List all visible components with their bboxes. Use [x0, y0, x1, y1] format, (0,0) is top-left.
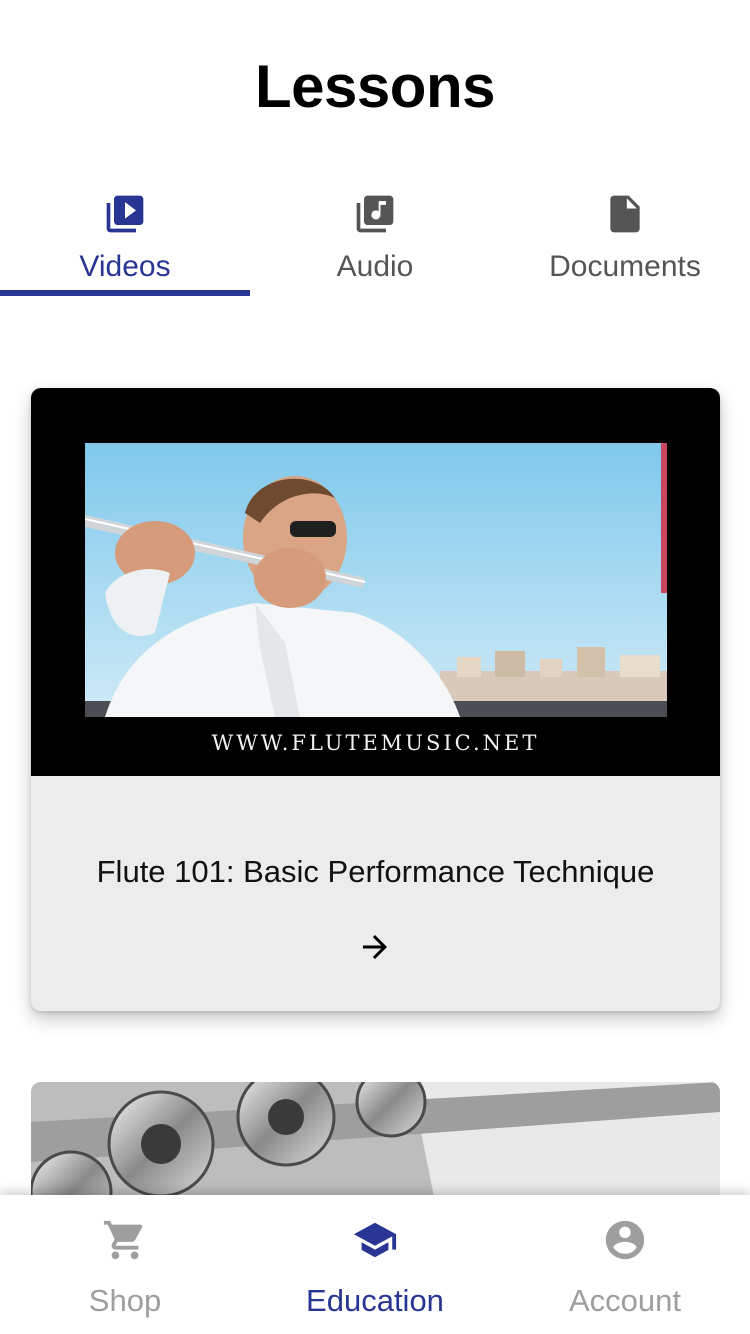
lesson-type-tabs: Videos Audio Documents: [0, 188, 750, 298]
tab-label: Documents: [549, 250, 701, 283]
school-icon: [353, 1222, 397, 1258]
document-icon: [610, 195, 640, 233]
video-thumbnail[interactable]: WWW.FLUTEMUSIC.NET: [31, 388, 720, 776]
account-circle-icon: [605, 1220, 645, 1260]
nav-label: Education: [306, 1283, 444, 1318]
tab-videos[interactable]: Videos: [0, 188, 250, 298]
nav-label: Shop: [88, 1283, 162, 1318]
lesson-title: Flute 101: Basic Performance Technique: [96, 854, 655, 889]
tab-label: Audio: [336, 250, 414, 283]
tab-audio[interactable]: Audio: [250, 188, 500, 298]
nav-label: Account: [568, 1283, 681, 1318]
video-library-icon: [106, 195, 144, 233]
flute-player-photo: [85, 443, 667, 717]
page-title: Lessons: [255, 53, 495, 120]
nav-item-education[interactable]: Education: [250, 1195, 500, 1334]
arrow-right-icon[interactable]: [357, 929, 393, 965]
cart-icon: [103, 1220, 143, 1260]
audio-library-icon: [356, 195, 394, 233]
bottom-navigation: Shop Education Account: [0, 1195, 750, 1334]
active-tab-indicator: [0, 290, 250, 296]
tab-documents[interactable]: Documents: [500, 188, 750, 298]
nav-item-shop[interactable]: Shop: [0, 1195, 250, 1334]
lesson-card[interactable]: WWW.FLUTEMUSIC.NET Flute 101: Basic Perf…: [31, 388, 720, 1011]
nav-item-account[interactable]: Account: [500, 1195, 750, 1334]
tab-label: Videos: [79, 250, 171, 283]
thumbnail-watermark: WWW.FLUTEMUSIC.NET: [211, 731, 540, 755]
